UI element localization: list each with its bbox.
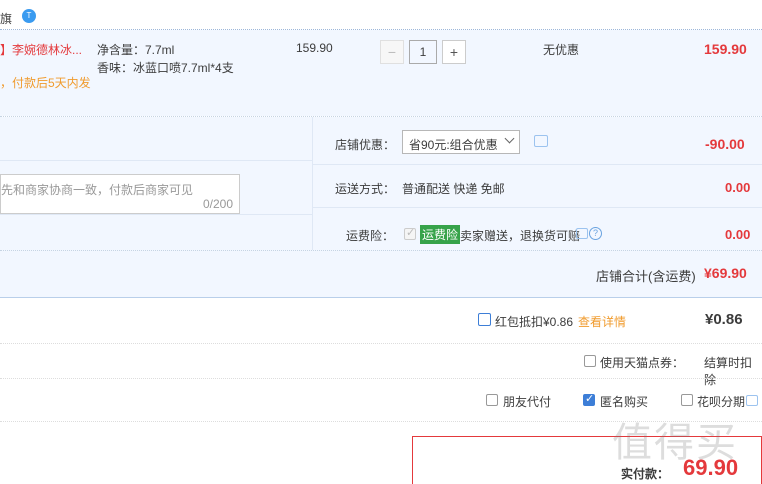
shop-name[interactable]: 旗 (0, 10, 12, 27)
redpacket-amount: ¥0.86 (705, 311, 743, 328)
shop-total-amount: ¥69.90 (704, 265, 747, 281)
divider (0, 250, 762, 251)
insurance-amount: 0.00 (725, 227, 751, 242)
shipping-method: 普通配送 快递 免邮 (402, 182, 505, 196)
insurance-text: 卖家赠送，退换货可赔 (460, 229, 581, 243)
message-placeholder: 先和商家协商一致，付款后商家可见 (1, 183, 194, 197)
spec-volume: 净含量：7.7ml (97, 43, 175, 57)
item-subtotal: 159.90 (704, 41, 747, 57)
shop-discount-label: 店铺优惠： (335, 138, 396, 152)
insurance-tag: 运费险 (420, 225, 461, 244)
divider (312, 117, 313, 250)
shop-discount-amount: -90.00 (705, 136, 745, 152)
spec-flavor: 香味：冰蓝口喷7.7ml*4支 (97, 61, 234, 75)
item-title[interactable]: 】李婉德林冰... (0, 41, 82, 58)
plus-button[interactable]: + (442, 40, 466, 64)
shipping-label: 运送方式： (335, 182, 396, 196)
shop-header: 旗 T (0, 0, 762, 29)
tmall-points-note: 结算时扣除 (704, 356, 753, 387)
quantity-stepper: − 1 + (380, 40, 466, 64)
huabei-checkbox[interactable] (681, 394, 693, 406)
comment-icon[interactable] (746, 395, 758, 406)
divider (0, 378, 762, 379)
divider (0, 214, 312, 215)
redpacket-link[interactable]: 查看详情 (578, 313, 626, 330)
quantity-input[interactable]: 1 (409, 40, 437, 64)
divider (0, 160, 312, 161)
divider (312, 164, 762, 165)
unit-price: 159.90 (296, 41, 333, 55)
friend-pay-checkbox[interactable] (486, 394, 498, 406)
tmall-points-checkbox[interactable] (584, 355, 596, 367)
tmall-points-label: 使用天猫点券： (600, 356, 685, 370)
huabei-label: 花呗分期 (697, 395, 746, 409)
divider (0, 297, 762, 298)
divider (0, 343, 762, 344)
message-textarea[interactable]: 先和商家协商一致，付款后商家可见 0/200 (0, 174, 240, 214)
comment-icon[interactable] (576, 228, 588, 239)
insurance-label: 运费险： (346, 229, 395, 243)
redpacket-label: 红包抵扣¥0.86 (495, 315, 574, 329)
message-counter: 0/200 (202, 197, 233, 211)
watermark-logo: 值得买 (612, 421, 738, 465)
comment-icon[interactable] (534, 135, 548, 147)
minus-button[interactable]: − (380, 40, 404, 64)
friend-pay-label: 朋友代付 (503, 395, 552, 409)
delivery-note: ，付款后5天内发 (0, 76, 91, 90)
insurance-checkbox[interactable] (404, 226, 416, 240)
shop-total-label: 店铺合计(含运费) (596, 269, 696, 284)
help-icon[interactable]: ? (589, 227, 602, 240)
anonymous-label: 匿名购买 (600, 395, 649, 409)
shop-badge-icon: T (22, 9, 36, 23)
chevron-down-icon (504, 133, 515, 144)
divider (312, 207, 762, 208)
shipping-amount: 0.00 (725, 180, 751, 195)
anonymous-checkbox[interactable] (583, 392, 595, 406)
promo-text: 无优惠 (543, 43, 580, 57)
redpacket-checkbox[interactable] (478, 313, 491, 326)
shop-discount-value: 省90元:组合优惠 (409, 138, 498, 152)
shop-discount-select[interactable]: 省90元:组合优惠 (402, 130, 520, 154)
